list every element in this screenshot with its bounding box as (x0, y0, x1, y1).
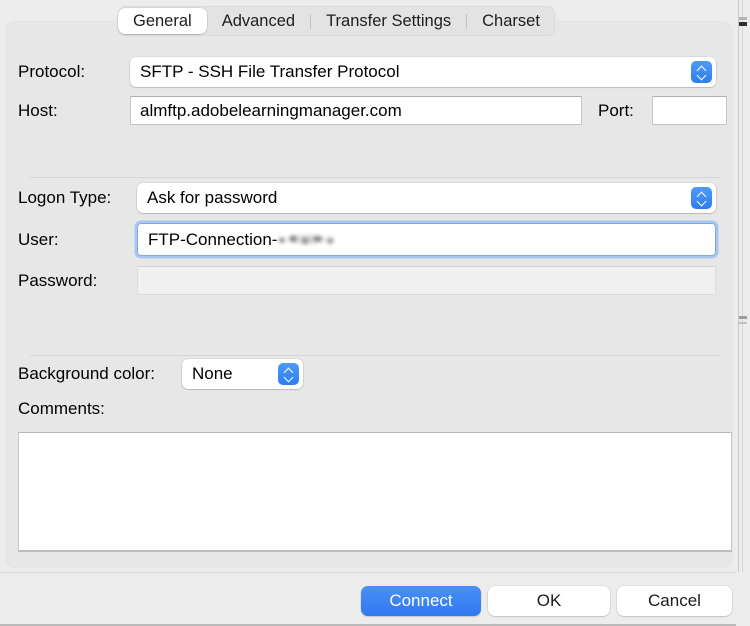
host-input[interactable]: almftp.adobelearningmanager.com (130, 96, 582, 125)
ok-button[interactable]: OK (488, 586, 610, 616)
background-window-mark-top-light (739, 17, 747, 20)
password-row: Password: (18, 266, 732, 295)
host-row: Host: almftp.adobelearningmanager.com Po… (18, 96, 732, 125)
tab-charset[interactable]: Charset (467, 8, 555, 34)
background-window-mark-middle (739, 316, 747, 319)
up-down-chevron-icon[interactable] (691, 187, 712, 209)
tab-transfer-settings-label: Transfer Settings (326, 12, 452, 30)
chevron-down-icon (697, 73, 706, 78)
connect-button-label: Connect (389, 591, 453, 610)
comments-label: Comments: (18, 399, 105, 418)
logon-type-select[interactable]: Ask for password (137, 183, 716, 213)
comments-textarea[interactable] (18, 432, 732, 552)
password-input[interactable] (137, 266, 716, 295)
window-right-edge (736, 0, 750, 626)
background-color-select[interactable]: None (182, 359, 303, 389)
tab-bar: General Advanced Transfer Settings Chars… (118, 6, 555, 36)
up-down-chevron-icon[interactable] (691, 61, 712, 83)
logon-type-label: Logon Type: (18, 188, 112, 207)
tab-general[interactable]: General (118, 8, 207, 34)
logon-type-value: Ask for password (147, 188, 278, 207)
protocol-row: Protocol: SFTP - SSH File Transfer Proto… (18, 57, 732, 87)
host-label: Host: (18, 100, 58, 120)
password-label: Password: (18, 270, 98, 290)
user-value: FTP-Connection- (148, 229, 278, 249)
section-separator-2 (30, 355, 720, 356)
background-color-label: Background color: (18, 364, 156, 383)
user-row: User: FTP-Connection- (18, 223, 732, 256)
button-bar-separator (0, 572, 736, 573)
ok-button-label: OK (536, 591, 562, 610)
tab-charset-label: Charset (482, 12, 540, 30)
background-color-value: None (192, 364, 233, 383)
port-label: Port: (598, 100, 634, 120)
user-label: User: (18, 229, 59, 249)
tab-advanced-label: Advanced (221, 12, 296, 30)
cancel-button-label: Cancel (648, 591, 701, 610)
logon-type-row: Logon Type: Ask for password (18, 183, 732, 213)
up-down-chevron-icon[interactable] (278, 363, 299, 385)
tab-advanced[interactable]: Advanced (207, 8, 310, 34)
port-input[interactable] (652, 96, 727, 125)
chevron-down-icon (284, 375, 293, 380)
protocol-value: SFTP - SSH File Transfer Protocol (140, 62, 400, 81)
background-color-row: Background color: None (18, 359, 303, 389)
dialog-button-bar: Connect OK Cancel (0, 572, 750, 626)
tab-general-label: General (133, 12, 192, 30)
chevron-down-icon (697, 199, 706, 204)
connect-button[interactable]: Connect (361, 586, 481, 616)
background-window-mark-top (739, 22, 747, 26)
protocol-label: Protocol: (18, 62, 86, 81)
window-edge-line (738, 0, 739, 626)
background-window-mark-middle-light (739, 322, 747, 324)
window-edge-line-secondary (742, 0, 743, 626)
section-separator-1 (30, 177, 720, 178)
protocol-select[interactable]: SFTP - SSH File Transfer Protocol (130, 57, 716, 87)
user-input[interactable]: FTP-Connection- (137, 223, 716, 256)
connection-dialog: General Advanced Transfer Settings Chars… (0, 0, 750, 626)
cancel-button[interactable]: Cancel (617, 586, 732, 616)
tab-transfer-settings[interactable]: Transfer Settings (311, 8, 466, 34)
redacted-user-suffix (277, 232, 340, 247)
comments-label-row: Comments: (18, 399, 105, 419)
